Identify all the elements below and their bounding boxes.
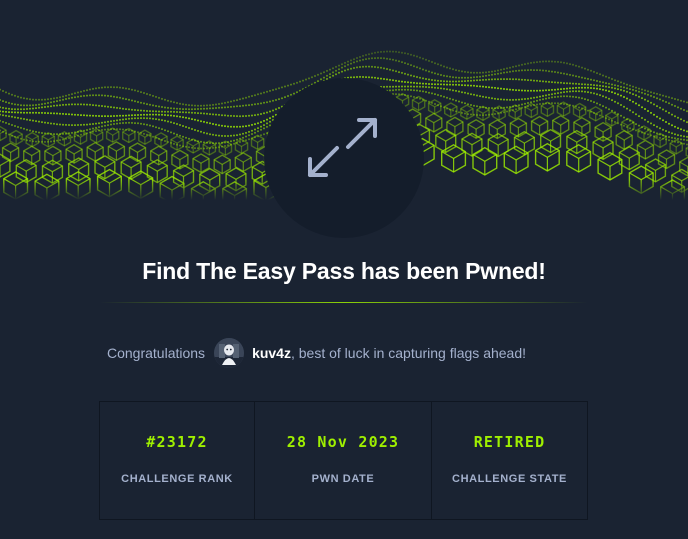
user-avatar[interactable] [214,338,245,368]
stat-pwn-date: 28 Nov 2023 PWN DATE [254,402,431,519]
badge-circle [264,78,424,238]
stat-challenge-rank: #23172 CHALLENGE RANK [100,402,254,519]
congrats-message: Congratulations kuv4z , best of luck in … [107,338,526,368]
congrats-suffix: , best of luck in capturing flags ahead! [290,345,527,361]
expand-arrows-icon [308,118,377,177]
title-divider [100,302,588,303]
stat-value: 28 Nov 2023 [286,433,400,451]
stat-label: PWN DATE [311,473,375,485]
stat-challenge-state: RETIRED CHALLENGE STATE [431,402,587,519]
username-link[interactable]: kuv4z [252,345,291,361]
congrats-prefix: Congratulations [107,345,206,361]
stat-label: CHALLENGE RANK [121,473,233,485]
stat-value: #23172 [146,433,208,451]
page-title: Find The Easy Pass has been Pwned! [142,258,546,284]
stat-value: RETIRED [473,433,546,451]
stats-panel: #23172 CHALLENGE RANK 28 Nov 2023 PWN DA… [99,401,588,520]
stat-label: CHALLENGE STATE [452,473,567,485]
avatar-image [214,338,245,368]
